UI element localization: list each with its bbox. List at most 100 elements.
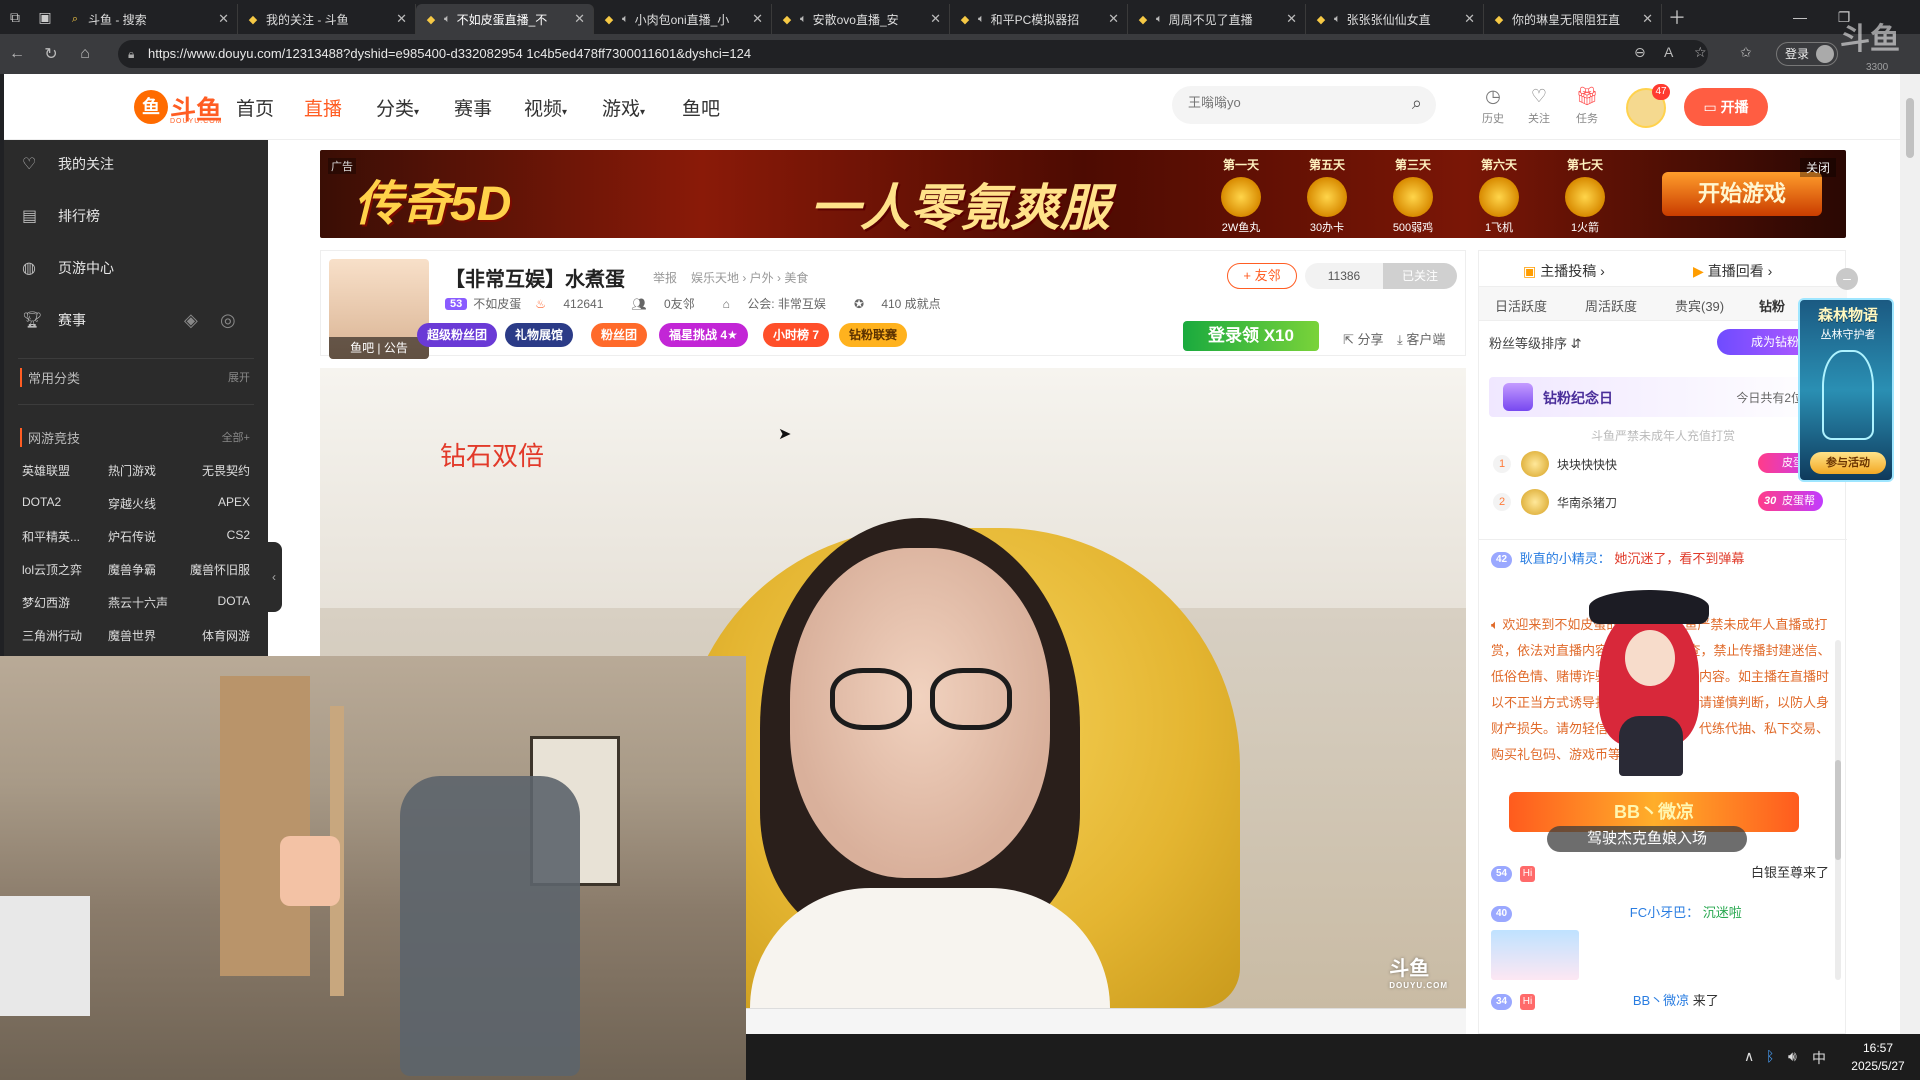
sidebar-game-link[interactable]: 魔兽怀旧服 — [190, 561, 250, 578]
tab-actions-icon[interactable]: ▣ — [30, 0, 60, 34]
sidebar-game-link[interactable]: DOTA — [218, 594, 250, 608]
sidebar-game-link[interactable]: DOTA2 — [22, 495, 61, 509]
login-reward-button[interactable]: 登录领 X10 — [1183, 321, 1319, 351]
browser-tab[interactable]: ⌕ 斗鱼 - 搜索 ✕ — [60, 4, 238, 34]
nav-events[interactable]: 赛事 — [454, 94, 492, 121]
tab-vip[interactable]: 贵宾(39) — [1675, 296, 1724, 315]
minimize-button[interactable]: — — [1780, 0, 1820, 34]
header-task[interactable]: 🎁︎ 任务 — [1570, 86, 1604, 126]
sidebar-game-link[interactable]: 三角洲行动 — [22, 627, 82, 644]
sidebar-game-link[interactable]: CS2 — [227, 528, 250, 542]
nav-games[interactable]: 游戏▾ — [602, 94, 645, 121]
sidebar-game-link[interactable]: 燕云十六声 — [108, 594, 168, 611]
diamond-anniversary-banner[interactable]: 钻粉纪念日 今日共有2位粉丝 — [1489, 377, 1837, 417]
nav-yuba[interactable]: 鱼吧 — [682, 94, 720, 121]
sidebar-item-webgame[interactable]: ◍ 页游中心 — [4, 244, 268, 292]
avatar-links[interactable]: 鱼吧 | 公告 — [329, 337, 429, 359]
streamer-name[interactable]: 不如皮蛋 — [473, 295, 521, 312]
sidebar-game-link[interactable]: 魔兽世界 — [108, 627, 156, 644]
chat-username[interactable]: 耿直的小精灵： — [1520, 551, 1611, 566]
replay-link[interactable]: ▶ 直播回看 › — [1693, 261, 1772, 281]
rank-row[interactable]: 2 华南杀猪刀 30 皮蛋帮 — [1489, 487, 1837, 517]
workspaces-icon[interactable]: ⧉ — [0, 0, 30, 34]
volume-icon[interactable]: 🔊︎ — [1788, 1048, 1797, 1065]
sidebar-game-link[interactable]: APEX — [218, 495, 250, 509]
search-icon[interactable]: ⌕ — [1412, 93, 1422, 114]
speaker-icon[interactable]: 🔈︎ — [800, 13, 807, 26]
sidebar-game-link[interactable]: 和平精英... — [22, 528, 80, 545]
browser-tab[interactable]: ◆ 🔈︎ 小肉包oni直播_小 ✕ — [594, 4, 772, 34]
sidebar-item-events[interactable]: 🏆︎ 赛事 ◈ ◎ — [4, 296, 268, 344]
join-event-button[interactable]: 参与活动 — [1810, 452, 1886, 474]
speaker-icon[interactable]: 🔈︎ — [1334, 13, 1341, 26]
browser-tab[interactable]: ◆ 🔈︎ 不如皮蛋直播_不 ✕ — [416, 4, 594, 34]
search-input[interactable] — [1188, 95, 1388, 110]
report-link[interactable]: 举报 — [653, 269, 677, 286]
guild-info[interactable]: ⌂ 公会: 非常互娱 — [723, 295, 840, 312]
close-tab-icon[interactable]: ✕ — [930, 11, 941, 27]
forest-event-widget[interactable]: 森林物语 丛林守护者 参与活动 — [1798, 298, 1894, 482]
reload-button[interactable]: ↻ — [34, 34, 68, 74]
speaker-icon[interactable]: 🔈︎ — [622, 13, 629, 26]
header-history[interactable]: ◷ 历史 — [1476, 86, 1510, 126]
fan-level-sort[interactable]: 粉丝等级排序 ⇵ — [1489, 333, 1582, 352]
speaker-icon[interactable]: 🔈︎ — [1156, 13, 1163, 26]
speaker-icon[interactable]: 🔈︎ — [444, 13, 451, 26]
diamond-league-pill[interactable]: 钻粉联赛 — [839, 323, 908, 347]
sidebar-item-follow[interactable]: ♡ 我的关注 — [4, 140, 268, 188]
browser-tab[interactable]: ◆ 你的琳皇无限阻狂直 ✕ — [1484, 4, 1662, 34]
ad-close-button[interactable]: 关闭 — [1799, 158, 1836, 177]
system-clock[interactable]: 16:57 2025/5/27 — [1840, 1039, 1916, 1075]
gift-gallery-pill[interactable]: 礼物展馆 — [505, 323, 574, 347]
hourly-rank-pill[interactable]: 小时榜 7 — [763, 323, 830, 347]
close-tab-icon[interactable]: ✕ — [396, 11, 407, 27]
favorites-bar-icon[interactable]: ✩ — [1740, 44, 1752, 61]
sidebar-game-link[interactable]: 梦幻西游 — [22, 594, 70, 611]
bluetooth-icon[interactable]: ᛒ — [1766, 1048, 1774, 1064]
event-close-button[interactable]: – — [1836, 268, 1858, 290]
favorite-star-icon[interactable]: ☆ — [1694, 44, 1707, 61]
close-tab-icon[interactable]: ✕ — [1642, 11, 1653, 27]
nav-category[interactable]: 分类▾ — [376, 94, 419, 121]
ad-start-game-button[interactable]: 开始游戏 — [1662, 172, 1822, 216]
fan-club-pill[interactable]: 粉丝团 — [591, 323, 648, 347]
client-download-button[interactable]: ⤓ 客户端 — [1397, 329, 1445, 348]
common-category-expand[interactable]: 展开 — [228, 369, 250, 385]
url-field[interactable]: 🔒︎ https://www.douyu.com/12313488?dyshid… — [118, 40, 1708, 68]
close-tab-icon[interactable]: ✕ — [574, 11, 585, 27]
rank-row[interactable]: 1块块快快快皮蛋帮 — [1489, 449, 1837, 479]
chat-scroll-thumb[interactable] — [1835, 760, 1841, 860]
lucky-challenge-pill[interactable]: 福星挑战 4★ — [659, 323, 748, 347]
browser-tab[interactable]: ◆ 🔈︎ 和平PC模拟器招 ✕ — [950, 4, 1128, 34]
close-tab-icon[interactable]: ✕ — [1286, 11, 1297, 27]
add-friend-button[interactable]: + 友邻 — [1227, 263, 1297, 289]
streamer-avatar[interactable]: 鱼吧 | 公告 — [329, 259, 429, 359]
tab-daily-active[interactable]: 日活跃度 — [1495, 296, 1547, 315]
close-tab-icon[interactable]: ✕ — [218, 11, 229, 27]
douyu-logo[interactable]: 鱼 斗鱼 DOUYU.COM — [134, 90, 224, 126]
sidebar-game-link[interactable]: 穿越火线 — [108, 495, 156, 512]
page-scroll-thumb[interactable] — [1906, 98, 1914, 158]
rank-username[interactable]: 块块快快快 — [1557, 456, 1617, 473]
super-fan-club-pill[interactable]: 超级粉丝团 — [417, 323, 498, 347]
zoom-icon[interactable]: ⊖ — [1634, 44, 1646, 61]
tray-expand-icon[interactable]: ∧ — [1744, 1048, 1754, 1065]
sidebar-game-link[interactable]: 无畏契约 — [202, 462, 250, 479]
close-tab-icon[interactable]: ✕ — [1108, 11, 1119, 27]
start-broadcast-button[interactable]: ▭ 开播 — [1684, 88, 1768, 126]
close-tab-icon[interactable]: ✕ — [1464, 11, 1475, 27]
share-button[interactable]: ⇱ 分享 — [1343, 329, 1384, 348]
browser-tab[interactable]: ◆ 🔈︎ 安散ovo直播_安 ✕ — [772, 4, 950, 34]
sidebar-game-link[interactable]: 魔兽争霸 — [108, 561, 156, 578]
followed-button[interactable]: 已关注 — [1383, 263, 1457, 289]
sidebar-game-link[interactable]: 炉石传说 — [108, 528, 156, 545]
nav-home[interactable]: 首页 — [236, 94, 274, 121]
sidebar-game-link[interactable]: 英雄联盟 — [22, 462, 70, 479]
rank-username[interactable]: 华南杀猪刀 — [1557, 494, 1617, 511]
browser-tab[interactable]: ◆ 🔈︎ 张张张仙仙女直 ✕ — [1306, 4, 1484, 34]
browser-tab[interactable]: ◆ 我的关注 - 斗鱼 ✕ — [238, 4, 416, 34]
nav-live[interactable]: 直播 — [304, 94, 342, 121]
browser-login-button[interactable]: 登录 — [1776, 42, 1838, 66]
nav-video[interactable]: 视频▾ — [524, 94, 567, 121]
tab-diamond-fans[interactable]: 钻粉 — [1759, 296, 1785, 315]
